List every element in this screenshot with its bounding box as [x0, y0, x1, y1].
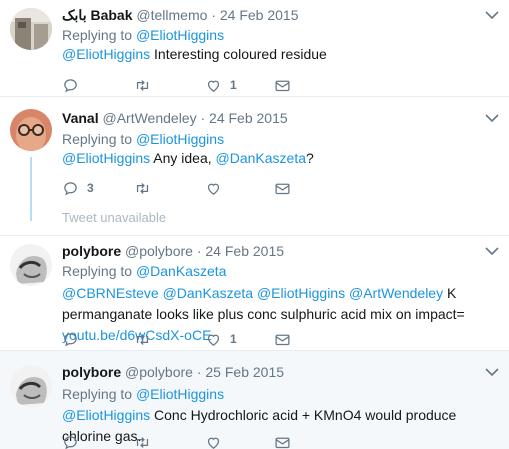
like-button[interactable]: 1 [205, 330, 237, 348]
tweet-text: @EliotHiggins Any idea, @DanKaszeta? [62, 148, 502, 169]
mention-link[interactable]: @CBRNEsteve [62, 285, 159, 301]
heart-icon [207, 80, 220, 92]
replying-to-link[interactable]: @EliotHiggins [136, 131, 224, 147]
mention-link[interactable]: @DanKaszeta [216, 150, 306, 166]
retweet-icon [136, 79, 149, 91]
tweet-date[interactable]: 25 Feb 2015 [205, 364, 284, 380]
direct-message-button[interactable] [274, 330, 291, 348]
like-count: 1 [230, 332, 237, 346]
reply-icon [64, 435, 77, 449]
mention-link[interactable]: @DanKaszeta [163, 285, 253, 301]
envelope-icon [275, 80, 290, 91]
separator-dot: · [200, 110, 206, 126]
tweet-date[interactable]: 24 Feb 2015 [220, 7, 299, 23]
tweet-actions: 1 [62, 76, 322, 94]
tweet-polybore-1[interactable]: polybore @polybore · 24 Feb 2015 Replyin… [0, 236, 509, 350]
retweet-icon [136, 436, 149, 448]
tweet-unavailable: Tweet unavailable [62, 210, 167, 225]
reply-button[interactable]: 3 [62, 179, 94, 197]
user-handle[interactable]: @polybore [125, 243, 193, 259]
replying-label: Replying to [62, 131, 133, 147]
tweet-header: polybore @polybore · 24 Feb 2015 [62, 242, 284, 260]
tweet-body: Interesting coloured residue [150, 46, 327, 62]
envelope-icon [275, 334, 290, 345]
separator-dot: · [196, 364, 202, 380]
user-handle[interactable]: @ArtWendeley [102, 110, 196, 126]
retweet-icon [136, 333, 149, 345]
tweet-polybore-2[interactable]: polybore @polybore · 25 Feb 2015 Replyin… [0, 351, 509, 449]
tweet-header: بابک Babak @tellmemo · 24 Feb 2015 [62, 6, 299, 24]
direct-message-button[interactable] [274, 179, 291, 197]
like-count: 1 [230, 78, 237, 92]
reply-button[interactable] [62, 433, 87, 449]
reply-button[interactable] [62, 76, 87, 94]
like-button[interactable] [205, 179, 230, 197]
chevron-down-icon[interactable] [485, 113, 499, 123]
avatar[interactable] [10, 8, 52, 50]
user-handle[interactable]: @polybore [125, 364, 193, 380]
heart-icon [207, 334, 220, 346]
direct-message-button[interactable] [274, 433, 291, 449]
display-name[interactable]: Vanal [62, 110, 99, 126]
heart-icon [207, 183, 220, 195]
reply-icon [64, 78, 77, 92]
tweet-body: Any idea, [150, 150, 216, 166]
avatar[interactable] [10, 109, 52, 151]
separator-dot: · [211, 7, 216, 23]
replying-label: Replying to [62, 263, 133, 279]
retweet-button[interactable] [134, 433, 159, 449]
tweet-babak[interactable]: بابک Babak @tellmemo · 24 Feb 2015 Reply… [0, 0, 509, 96]
display-name[interactable]: polybore [62, 243, 121, 259]
direct-message-button[interactable] [274, 76, 291, 94]
replying-to: Replying to @EliotHiggins [62, 26, 224, 44]
like-button[interactable] [205, 433, 230, 449]
like-button[interactable]: 1 [205, 76, 237, 94]
reply-count: 3 [87, 181, 94, 195]
mention-link[interactable]: @EliotHiggins [62, 150, 150, 166]
tweet-header: polybore @polybore · 25 Feb 2015 [62, 363, 284, 381]
replying-to-link[interactable]: @DanKaszeta [136, 263, 226, 279]
chevron-down-icon[interactable] [485, 246, 499, 256]
reply-icon [64, 181, 77, 195]
chevron-down-icon[interactable] [485, 367, 499, 377]
retweet-button[interactable] [134, 179, 159, 197]
chevron-down-icon[interactable] [485, 10, 499, 20]
mention-link[interactable]: @EliotHiggins [62, 407, 150, 423]
retweet-button[interactable] [134, 76, 159, 94]
replying-label: Replying to [62, 27, 133, 43]
tweet-header: Vanal @ArtWendeley · 24 Feb 2015 [62, 109, 288, 127]
mention-link[interactable]: @ArtWendeley [349, 285, 443, 301]
retweet-button[interactable] [134, 330, 159, 348]
mention-link[interactable]: @EliotHiggins [257, 285, 345, 301]
tweet-actions: 1 [62, 330, 322, 348]
tweet-text: @EliotHiggins Interesting coloured resid… [62, 44, 502, 65]
replying-to: Replying to @DanKaszeta [62, 262, 226, 280]
reply-icon [64, 332, 77, 346]
retweet-icon [136, 182, 149, 194]
replying-to-link[interactable]: @EliotHiggins [136, 386, 224, 402]
tweet-date[interactable]: 24 Feb 2015 [209, 110, 288, 126]
heart-icon [207, 437, 220, 449]
tweet-actions: 3 [62, 179, 322, 197]
separator-dot: · [196, 243, 202, 259]
envelope-icon [275, 183, 290, 194]
replying-to-link[interactable]: @EliotHiggins [136, 27, 224, 43]
replying-to: Replying to @EliotHiggins [62, 385, 224, 403]
envelope-icon [275, 437, 290, 448]
replying-label: Replying to [62, 386, 133, 402]
tweet-actions [62, 433, 322, 449]
replying-to: Replying to @EliotHiggins [62, 130, 224, 148]
avatar[interactable] [10, 244, 52, 286]
tweet-vanal[interactable]: Vanal @ArtWendeley · 24 Feb 2015 Replyin… [0, 97, 509, 201]
mention-link[interactable]: @EliotHiggins [62, 46, 150, 62]
tweet-body-end: ? [306, 150, 314, 166]
display-name[interactable]: بابک Babak [62, 7, 133, 23]
thread-line [30, 157, 32, 221]
reply-button[interactable] [62, 330, 87, 348]
user-handle[interactable]: @tellmemo [136, 7, 207, 23]
tweet-date[interactable]: 24 Feb 2015 [205, 243, 284, 259]
display-name[interactable]: polybore [62, 364, 121, 380]
avatar[interactable] [10, 365, 52, 407]
